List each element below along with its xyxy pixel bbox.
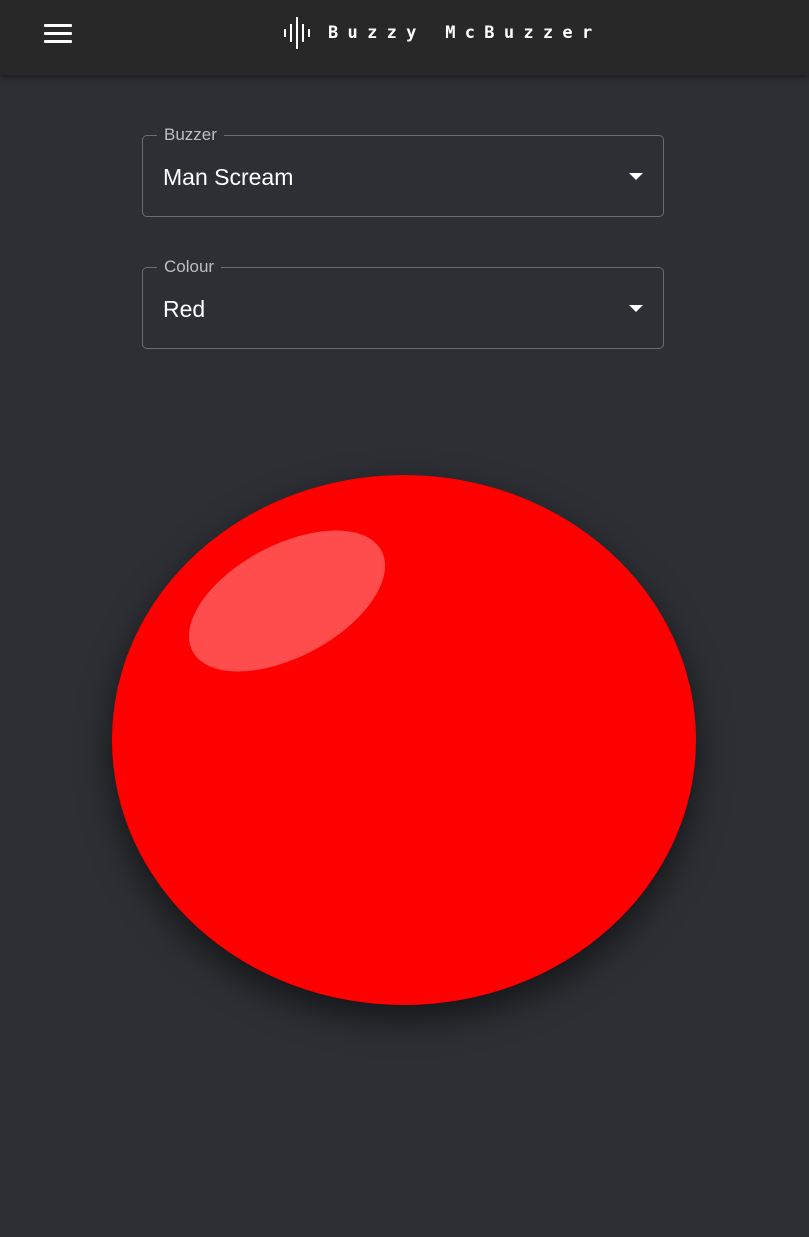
sound-wave-icon xyxy=(284,17,310,49)
hamburger-menu-button[interactable] xyxy=(40,18,76,48)
app-brand: Buzzy McBuzzer xyxy=(282,16,602,50)
menu-bar-bottom xyxy=(44,40,72,43)
colour-select[interactable]: Colour Red xyxy=(142,257,664,349)
app-bar: Buzzy McBuzzer xyxy=(0,0,809,75)
colour-select-label: Colour xyxy=(157,257,222,277)
buzzer-select-label: Buzzer xyxy=(157,125,224,145)
buzzer-highlight xyxy=(166,501,408,701)
colour-select-value: Red xyxy=(163,296,206,322)
caret-down-icon xyxy=(629,173,643,180)
caret-down-icon xyxy=(629,305,643,312)
menu-bar-middle xyxy=(44,32,72,35)
buzzer-select[interactable]: Buzzer Man Scream xyxy=(142,125,664,217)
buzzer-button[interactable] xyxy=(112,475,696,1005)
app-title: Buzzy McBuzzer xyxy=(328,23,602,43)
menu-bar-top xyxy=(44,24,72,27)
buzzer-select-value: Man Scream xyxy=(163,164,294,190)
